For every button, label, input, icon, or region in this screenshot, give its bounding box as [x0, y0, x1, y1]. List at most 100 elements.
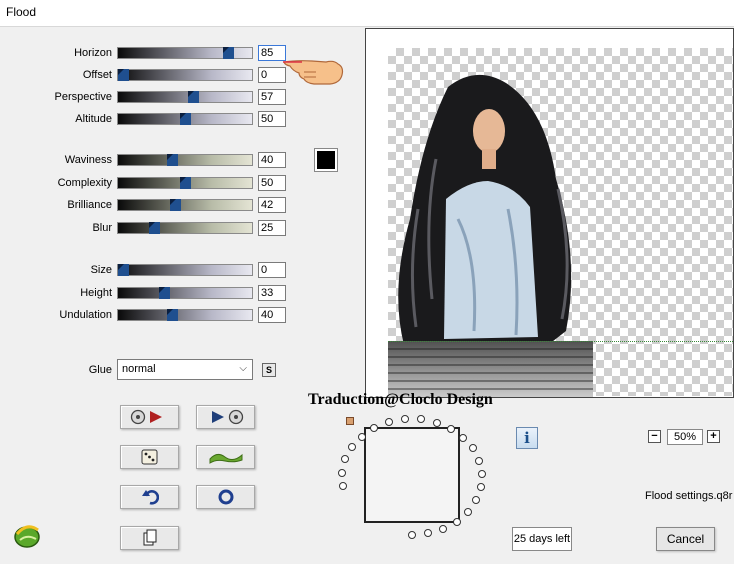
orientation-dial-dot[interactable]: [370, 424, 378, 432]
orientation-dial-dot[interactable]: [358, 433, 366, 441]
preview-subject: [388, 74, 593, 397]
orientation-dial-dot[interactable]: [475, 457, 483, 465]
orientation-marker[interactable]: [346, 417, 354, 425]
play-icon: [130, 409, 162, 425]
orientation-dial-dot[interactable]: [469, 444, 477, 452]
wave-button[interactable]: [196, 445, 255, 469]
play-forward-button[interactable]: [120, 405, 179, 429]
translation-credit: Traduction@Cloclo Design: [308, 391, 493, 408]
orientation-dial-dot[interactable]: [439, 525, 447, 533]
perspective-slider[interactable]: [117, 91, 253, 103]
chevron-down-icon: ⌵: [239, 363, 247, 374]
orientation-dial-dot[interactable]: [348, 443, 356, 451]
trial-days-button[interactable]: 25 days left: [512, 527, 572, 551]
window-title: Flood: [6, 5, 37, 19]
size-value[interactable]: 0: [258, 262, 286, 278]
copy-icon: [143, 529, 156, 546]
orientation-dial-dot[interactable]: [385, 418, 393, 426]
app-logo-icon: [14, 525, 40, 548]
settings-filename: Flood settings.q8r: [645, 490, 733, 502]
reset-button[interactable]: [196, 485, 255, 509]
reset-ring-icon: [218, 489, 233, 505]
size-slider[interactable]: [117, 264, 253, 276]
dice-icon: [141, 449, 157, 465]
altitude-label: Altitude: [75, 113, 112, 125]
height-slider-thumb[interactable]: [159, 287, 170, 299]
orientation-dial-dot[interactable]: [433, 419, 441, 427]
info-icon: i: [524, 429, 530, 447]
wave-icon: [209, 453, 242, 464]
height-slider[interactable]: [117, 287, 253, 299]
orientation-dial-dot[interactable]: [478, 470, 486, 478]
altitude-slider[interactable]: [117, 113, 253, 125]
orientation-dial-dot[interactable]: [338, 469, 346, 477]
altitude-value[interactable]: 50: [258, 111, 286, 127]
play-back-button[interactable]: [196, 405, 255, 429]
undulation-slider[interactable]: [117, 309, 253, 321]
waviness-slider[interactable]: [117, 154, 253, 166]
info-button[interactable]: i: [516, 427, 538, 449]
size-label: Size: [90, 264, 112, 276]
glue-s-button[interactable]: S: [262, 363, 276, 377]
blur-label: Blur: [92, 222, 112, 234]
copy-button[interactable]: [120, 526, 179, 550]
waviness-value[interactable]: 40: [258, 152, 286, 168]
horizon-slider-thumb[interactable]: [223, 47, 234, 59]
orientation-dial-dot[interactable]: [459, 434, 467, 442]
blur-value[interactable]: 25: [258, 220, 286, 236]
orientation-dial-dot[interactable]: [341, 455, 349, 463]
undulation-slider-thumb[interactable]: [167, 309, 178, 321]
orientation-dial-dot[interactable]: [464, 508, 472, 516]
brilliance-slider-thumb[interactable]: [170, 199, 181, 211]
orientation-dial-dot[interactable]: [477, 483, 485, 491]
orientation-dial-dot[interactable]: [401, 415, 409, 423]
blur-slider-thumb[interactable]: [149, 222, 160, 234]
zoom-level: 50%: [667, 429, 703, 445]
undulation-value[interactable]: 40: [258, 307, 286, 323]
perspective-label: Perspective: [54, 91, 112, 103]
undo-button[interactable]: [120, 485, 179, 509]
complexity-slider-thumb[interactable]: [180, 177, 191, 189]
complexity-label: Complexity: [57, 177, 112, 189]
zoom-in-button[interactable]: +: [707, 430, 720, 443]
height-label: Height: [80, 287, 112, 299]
randomize-button[interactable]: [120, 445, 179, 469]
color-swatch[interactable]: [314, 148, 338, 172]
orientation-dial-dot[interactable]: [453, 518, 461, 526]
cancel-button[interactable]: Cancel: [656, 527, 715, 551]
offset-slider-thumb[interactable]: [118, 69, 129, 81]
complexity-value[interactable]: 50: [258, 175, 286, 191]
orientation-dial-dot[interactable]: [424, 529, 432, 537]
perspective-value[interactable]: 57: [258, 89, 286, 105]
orientation-dial-dot[interactable]: [417, 415, 425, 423]
complexity-slider[interactable]: [117, 177, 253, 189]
glue-select[interactable]: normal ⌵: [117, 359, 253, 380]
play-reverse-icon: [211, 409, 243, 425]
dialog-client: Horizon 85 Offset 0 Perspective 57 Altit…: [0, 26, 734, 564]
pointing-hand-icon: [283, 60, 344, 85]
horizon-slider[interactable]: [117, 47, 253, 59]
perspective-slider-thumb[interactable]: [188, 91, 199, 103]
blur-slider[interactable]: [117, 222, 253, 234]
orientation-preview-box[interactable]: [364, 427, 460, 523]
title-bar: Flood: [0, 0, 734, 26]
brilliance-label: Brilliance: [67, 199, 112, 211]
brilliance-value[interactable]: 42: [258, 197, 286, 213]
orientation-dial-dot[interactable]: [339, 482, 347, 490]
zoom-out-button[interactable]: −: [648, 430, 661, 443]
altitude-slider-thumb[interactable]: [180, 113, 191, 125]
height-value[interactable]: 33: [258, 285, 286, 301]
horizon-label: Horizon: [74, 47, 112, 59]
size-slider-thumb[interactable]: [118, 264, 129, 276]
glue-label: Glue: [88, 364, 112, 376]
offset-slider[interactable]: [117, 69, 253, 81]
preview-pane[interactable]: [365, 28, 734, 398]
undo-icon: [141, 490, 159, 505]
orientation-dial-dot[interactable]: [472, 496, 480, 504]
waviness-slider-thumb[interactable]: [167, 154, 178, 166]
brilliance-slider[interactable]: [117, 199, 253, 211]
glue-select-value: normal: [122, 363, 156, 375]
orientation-dial-dot[interactable]: [408, 531, 416, 539]
orientation-dial-dot[interactable]: [447, 425, 455, 433]
waviness-label: Waviness: [64, 154, 112, 166]
